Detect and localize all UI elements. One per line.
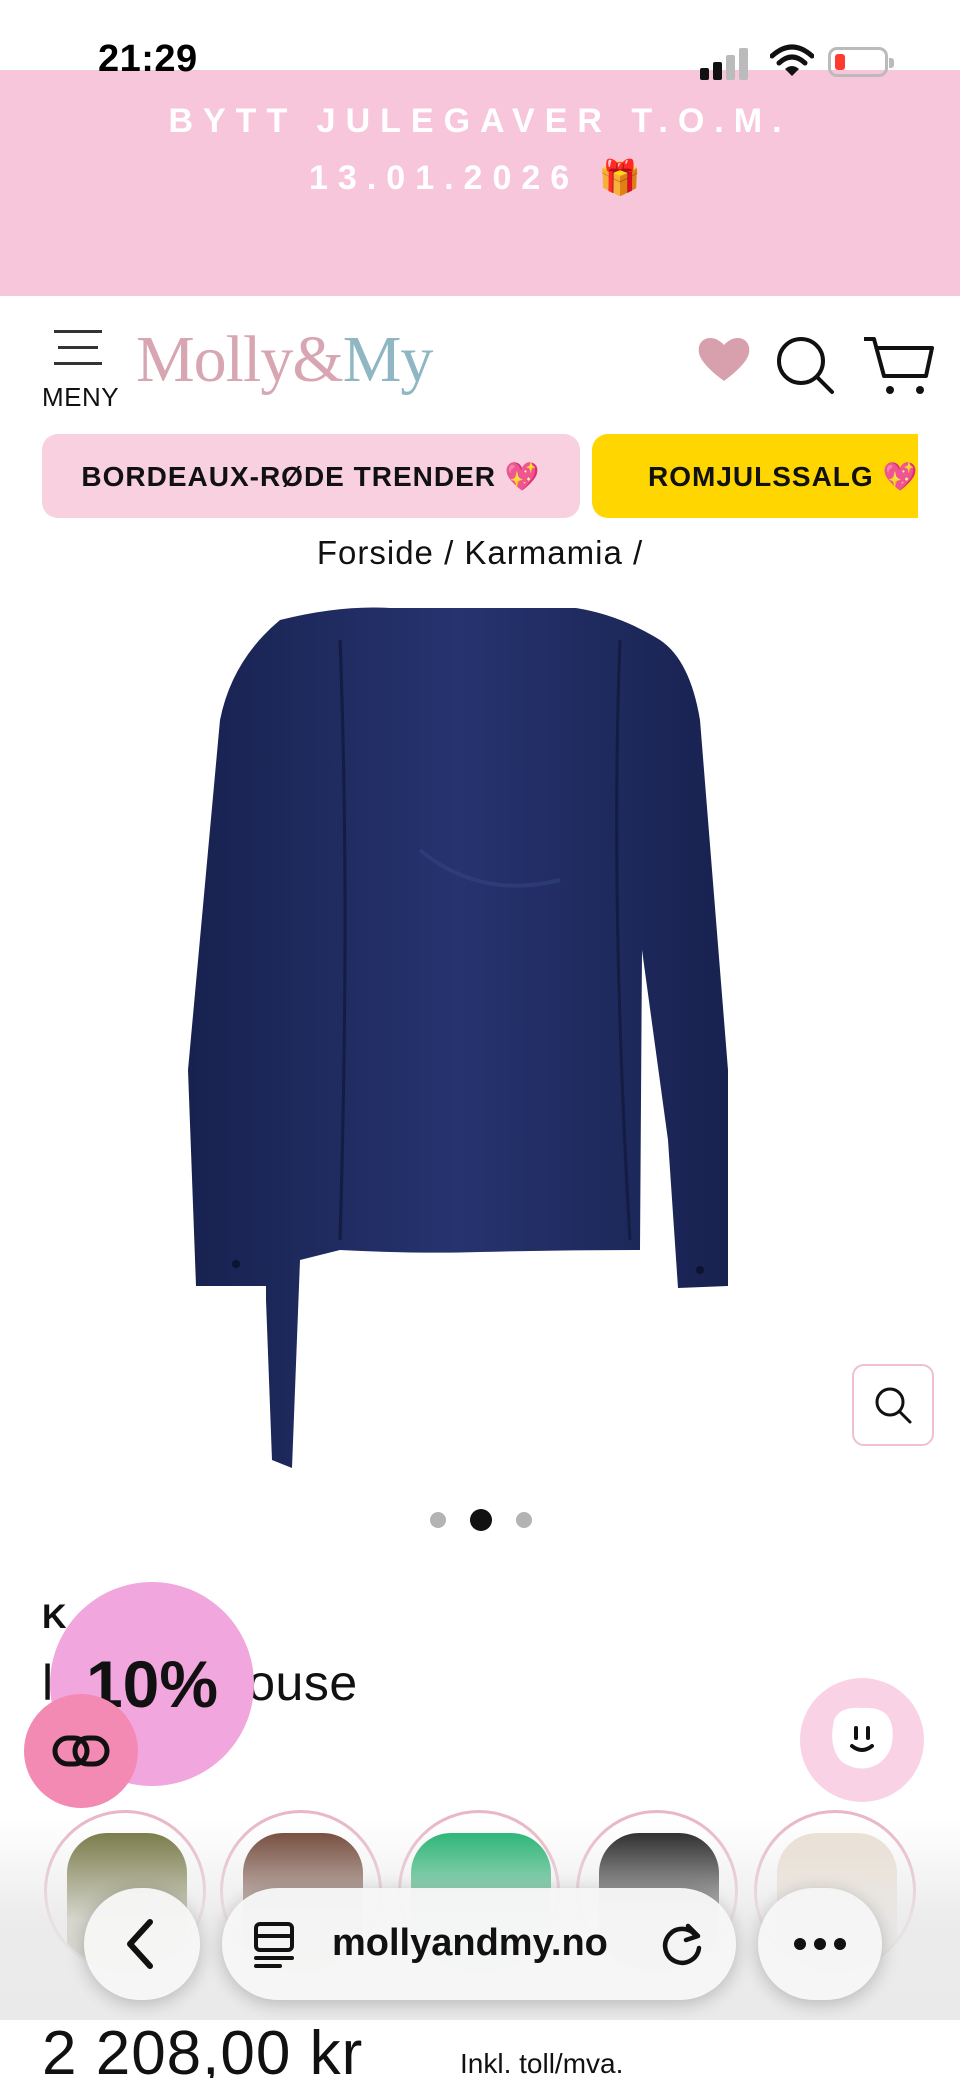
zoom-icon <box>875 1387 912 1424</box>
product-price: 2 208,00 kr <box>42 2019 364 2078</box>
address-bar[interactable]: mollyandmy.no <box>222 1888 736 2000</box>
chat-icon <box>832 1707 893 1769</box>
cellular-signal-icon <box>700 46 752 80</box>
promo-line-2: 13.01.2026 🎁 <box>309 159 651 197</box>
promo-line-1: BYTT JULEGAVER T.O.M. <box>168 102 792 140</box>
reader-icon[interactable] <box>250 1918 300 1970</box>
breadcrumb-home[interactable]: Forside <box>317 534 434 571</box>
category-pill-bordeaux[interactable]: BORDEAUX-RØDE TRENDER 💖 <box>42 434 580 518</box>
product-brand[interactable]: K <box>42 1598 67 1637</box>
wifi-icon <box>770 44 814 76</box>
back-icon <box>127 1919 153 1969</box>
image-dot[interactable] <box>430 1512 446 1528</box>
image-dot[interactable] <box>516 1512 532 1528</box>
menu-label: MENY <box>42 382 120 412</box>
logo[interactable]: Molly&My <box>136 322 434 398</box>
link-icon <box>52 1735 110 1767</box>
image-dot-active[interactable] <box>470 1509 492 1531</box>
url-text: mollyandmy.no <box>332 1922 608 1964</box>
status-time: 21:29 <box>98 38 198 80</box>
breadcrumb-brand[interactable]: Karmamia <box>464 534 622 571</box>
breadcrumb-separator: / <box>444 534 455 571</box>
reload-icon[interactable] <box>656 1918 708 1970</box>
logo-text-2: My <box>342 323 434 396</box>
more-icon <box>794 1938 846 1950</box>
chat-button[interactable] <box>800 1678 924 1802</box>
category-pill-romjulssalg[interactable]: ROMJULSSALG 💖 F <box>592 434 918 518</box>
battery-icon <box>828 47 894 77</box>
search-icon[interactable] <box>774 334 836 396</box>
back-button[interactable] <box>84 1888 200 2000</box>
breadcrumb-separator: / <box>632 534 644 571</box>
more-button[interactable] <box>758 1888 882 2000</box>
product-image[interactable] <box>180 600 780 1480</box>
tax-note: Inkl. toll/mva. <box>460 2048 624 2078</box>
loyalty-button[interactable] <box>24 1694 138 1808</box>
zoom-button[interactable] <box>852 1364 934 1446</box>
image-pagination <box>0 1509 960 1531</box>
logo-text-1: Molly& <box>136 323 344 396</box>
heart-icon[interactable] <box>696 334 752 384</box>
cart-icon[interactable] <box>862 334 934 398</box>
status-bar: 21:29 <box>0 0 960 80</box>
breadcrumb: Forside / Karmamia / <box>0 534 960 572</box>
